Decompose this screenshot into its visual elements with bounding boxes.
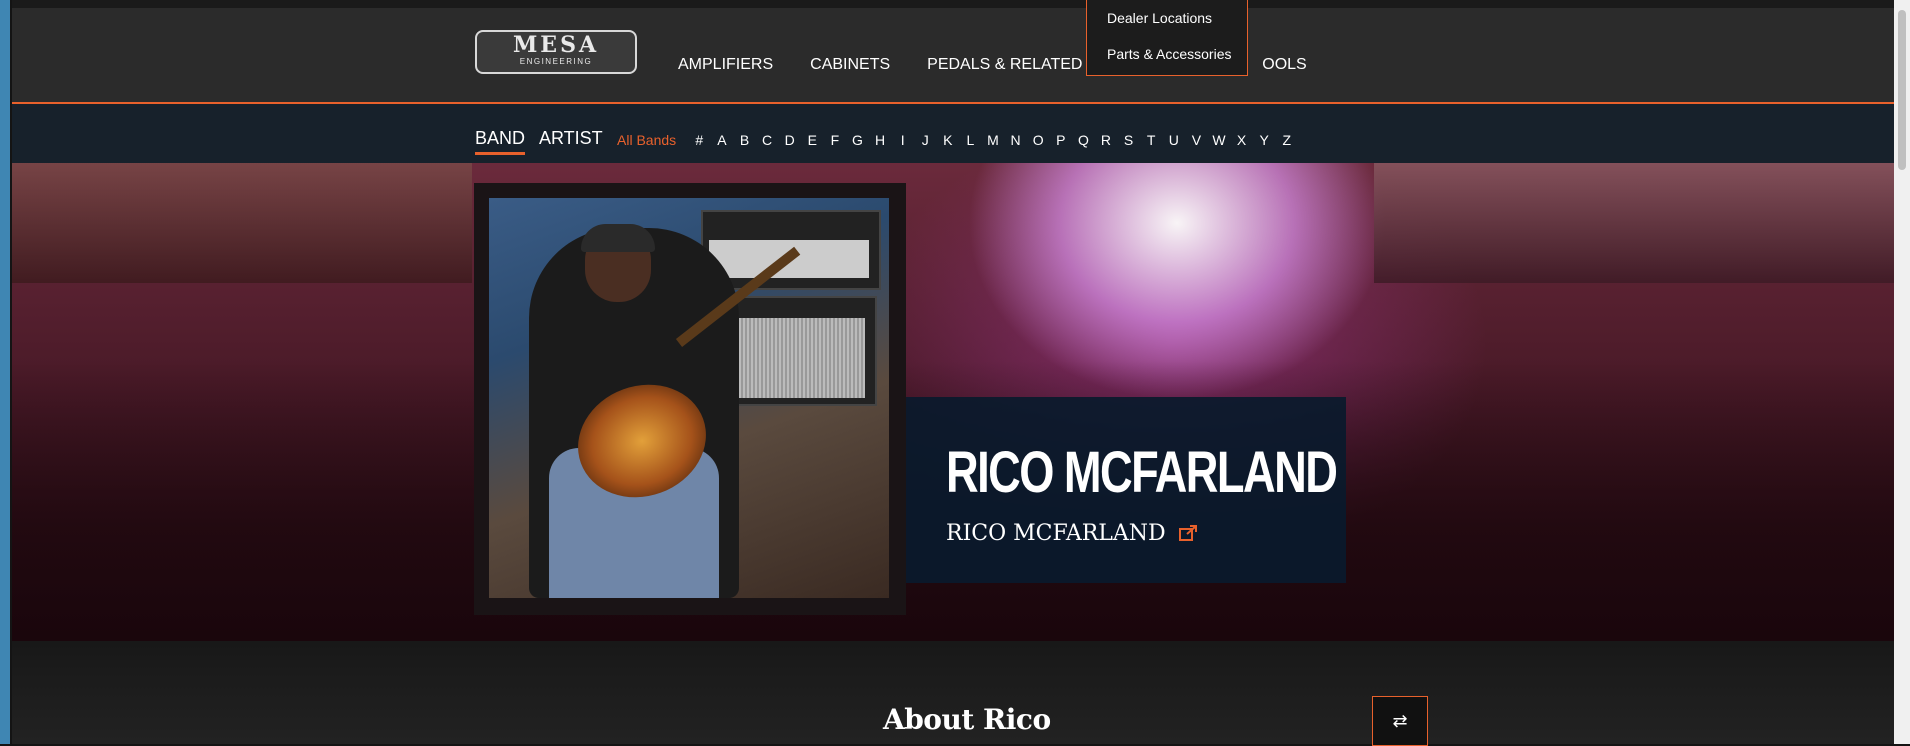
tab-artist[interactable]: ARTIST [539, 128, 603, 149]
artist-filter-bar: BAND ARTIST All Bands # A B C D E F G H … [12, 104, 1894, 163]
vertical-scrollbar[interactable] [1894, 0, 1910, 744]
nav-partial-tools[interactable]: OOLS [1262, 56, 1306, 74]
logo-subtitle: ENGINEERING [519, 57, 593, 66]
mesa-logo[interactable]: MESA ENGINEERING [475, 30, 637, 74]
letter-filter: # A B C D E F G H I J K L M N O P Q R S … [688, 132, 1298, 148]
artist-cap [581, 224, 655, 252]
letter-link[interactable]: K [937, 132, 960, 148]
letter-link[interactable]: D [778, 132, 801, 148]
letter-link[interactable]: W [1208, 132, 1231, 148]
hero-background-balcony-left [12, 163, 472, 283]
letter-link[interactable]: A [711, 132, 734, 148]
artist-photo [489, 198, 889, 598]
letter-link[interactable]: R [1095, 132, 1118, 148]
about-title: About Rico [883, 703, 1051, 736]
all-bands-link[interactable]: All Bands [617, 132, 676, 148]
artist-photo-frame [474, 183, 906, 615]
letter-link[interactable]: Y [1253, 132, 1276, 148]
letter-link[interactable]: Q [1072, 132, 1095, 148]
letter-link[interactable]: L [959, 132, 982, 148]
page: MESA ENGINEERING AMPLIFIERS CABINETS PED… [12, 0, 1894, 746]
swap-icon[interactable]: ⇄ [1372, 696, 1428, 746]
hero-background-balcony-right [1374, 163, 1894, 283]
dropdown-item-dealer-locations[interactable]: Dealer Locations [1087, 0, 1247, 36]
letter-link[interactable]: V [1185, 132, 1208, 148]
nav-dropdown-menu: Dealer Locations Parts & Accessories [1086, 0, 1248, 76]
letter-link[interactable]: G [846, 132, 869, 148]
scrollbar-thumb[interactable] [1898, 10, 1906, 170]
dropdown-item-parts-accessories[interactable]: Parts & Accessories [1087, 36, 1247, 72]
about-section: About Rico ⇄ [12, 641, 1894, 746]
letter-link[interactable]: Z [1275, 132, 1298, 148]
site-header: MESA ENGINEERING AMPLIFIERS CABINETS PED… [12, 8, 1894, 104]
letter-link[interactable]: B [733, 132, 756, 148]
nav-amplifiers[interactable]: AMPLIFIERS [678, 56, 773, 74]
letter-link[interactable]: N [1004, 132, 1027, 148]
band-link-label: RICO MCFARLAND [946, 521, 1166, 546]
hero-banner: RICO MCFARLAND RICO MCFARLAND [12, 163, 1894, 641]
artist-name-heading: RICO MCFARLAND [946, 440, 1338, 505]
letter-link[interactable]: E [801, 132, 824, 148]
letter-link[interactable]: H [869, 132, 892, 148]
nav-cabinets[interactable]: CABINETS [810, 56, 890, 74]
letter-link[interactable]: P [1050, 132, 1073, 148]
letter-link[interactable]: O [1027, 132, 1050, 148]
letter-link[interactable]: J [914, 132, 937, 148]
artist-name-panel: RICO MCFARLAND RICO MCFARLAND [906, 397, 1346, 583]
letter-link[interactable]: C [756, 132, 779, 148]
letter-link[interactable]: X [1230, 132, 1253, 148]
letter-link[interactable]: S [1117, 132, 1140, 148]
letter-link[interactable]: U [1162, 132, 1185, 148]
tab-band[interactable]: BAND [475, 128, 526, 155]
letter-link[interactable]: I [891, 132, 914, 148]
letter-link[interactable]: M [982, 132, 1005, 148]
window-left-edge [0, 0, 10, 744]
letter-link[interactable]: T [1140, 132, 1163, 148]
external-link-icon[interactable] [1178, 522, 1197, 541]
band-link[interactable]: RICO MCFARLAND [946, 521, 1197, 546]
nav-pedals-related[interactable]: PEDALS & RELATED [927, 56, 1082, 74]
letter-link[interactable]: F [824, 132, 847, 148]
logo-wordmark: MESA [512, 32, 600, 58]
top-strip [12, 0, 1894, 8]
letter-link[interactable]: # [688, 132, 711, 148]
